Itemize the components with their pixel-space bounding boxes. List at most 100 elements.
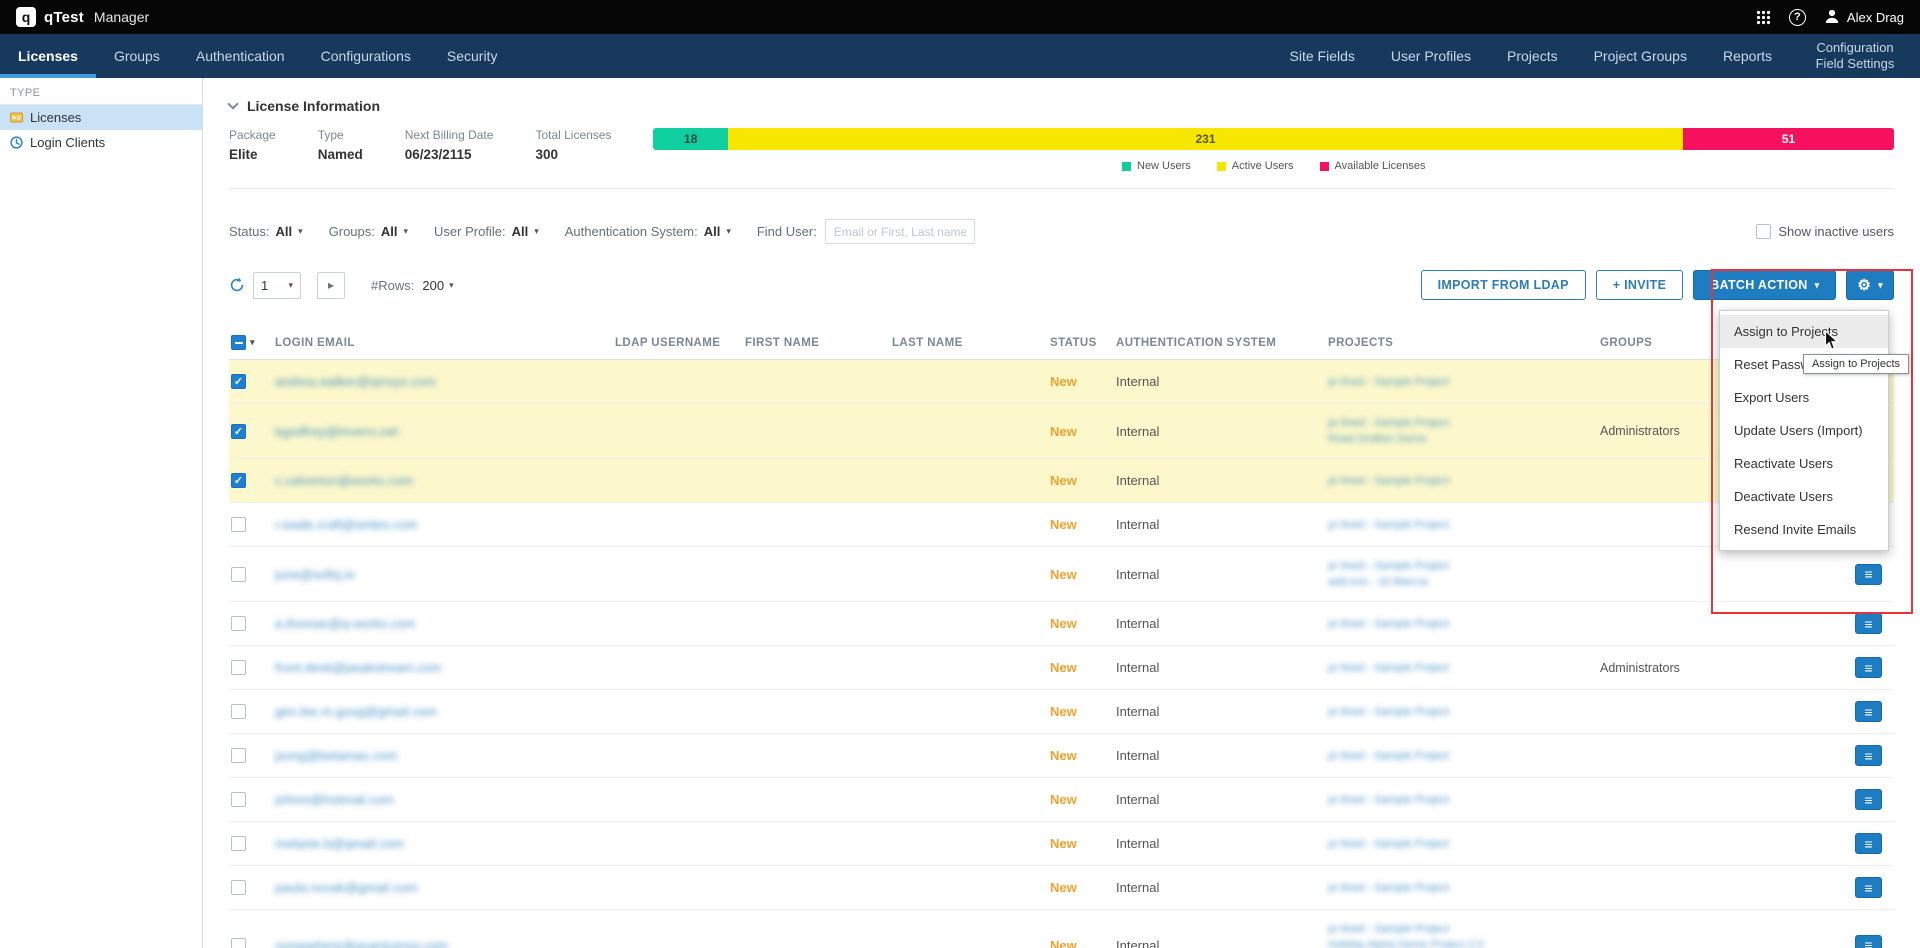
project-link[interactable]: pr-lined - Sample Project [1328,704,1592,720]
row-checkbox[interactable] [231,704,246,719]
filter-authentication-system[interactable]: Authentication System:All [565,224,731,239]
login-email-link[interactable]: front.desk@peakstream.com [275,660,615,675]
nav-tab-site-fields[interactable]: Site Fields [1272,34,1373,78]
nav-tab-security[interactable]: Security [429,34,516,78]
login-email-link[interactable]: jsong@betamax.com [275,748,615,763]
filter-user-profile[interactable]: User Profile:All [434,224,539,239]
project-link[interactable]: pr-lined - Sample Project [1328,517,1592,533]
filter-bar: Status:All Groups:All User Profile:All Auth… [229,219,1894,244]
row-actions-button[interactable] [1855,745,1882,766]
row-checkbox[interactable] [231,374,246,389]
project-link[interactable]: pr-lined - Sample Project [1328,473,1592,489]
login-email-link[interactable]: andrea.walker@qmsys.com [275,374,615,389]
project-link[interactable]: pr-lined - Sample Project [1328,748,1592,764]
table-row: front.desk@peakstream.comNewInternalpr-l… [229,646,1894,690]
show-inactive-checkbox[interactable] [1756,224,1771,239]
row-actions-button[interactable] [1855,877,1882,898]
rows-per-page-select[interactable]: 200 [422,278,453,293]
login-email-link[interactable]: melanie.b@qmail.com [275,836,615,851]
row-checkbox[interactable] [231,473,246,488]
login-email-link[interactable]: c.calverton@works.com [275,473,615,488]
menu-item-update-users-import[interactable]: Update Users (Import) [1720,414,1888,447]
project-link[interactable]: pr-lined - Sample Project [1328,660,1592,676]
sidebar-item-login-clients[interactable]: Login Clients [0,130,202,155]
project-link[interactable]: pr-lined - Sample Project [1328,792,1592,808]
row-checkbox[interactable] [231,748,246,763]
selection-menu-caret[interactable] [250,337,255,348]
menu-item-reactivate-users[interactable]: Reactivate Users [1720,447,1888,480]
row-select-cell [229,880,275,895]
batch-action-button[interactable]: BATCH ACTION [1693,270,1836,300]
row-checkbox[interactable] [231,660,246,675]
nav-tab-configurations[interactable]: Configurations [303,34,429,78]
filter-groups[interactable]: Groups:All [329,224,408,239]
invite-button[interactable]: + INVITE [1596,270,1683,300]
chevron-down-icon [1878,280,1883,291]
project-link[interactable]: pr-lined - Sample Project [1328,374,1592,390]
nav-tab-authentication[interactable]: Authentication [178,34,303,78]
nav-tab-licenses[interactable]: Licenses [0,34,96,78]
apps-grid-icon[interactable] [1756,10,1771,25]
project-link[interactable]: add-ons - 18 Marcus [1328,574,1592,590]
select-all-checkbox[interactable] [231,335,246,350]
login-email-link[interactable]: a.thomas@q-works.com [275,616,615,631]
project-link[interactable]: pr-lined - Sample Project [1328,921,1592,937]
row-actions-button[interactable] [1855,701,1882,722]
status-badge: New [1050,704,1116,719]
filter-status[interactable]: Status:All [229,224,303,239]
row-checkbox[interactable] [231,517,246,532]
row-actions-button[interactable] [1855,833,1882,854]
row-actions-button[interactable] [1855,789,1882,810]
menu-item-export-users[interactable]: Export Users [1720,381,1888,414]
find-user-input[interactable] [825,219,975,244]
first-name-cell [745,574,892,575]
page-select[interactable]: 1 [253,272,301,299]
next-page-button[interactable] [317,272,345,299]
show-inactive-users[interactable]: Show inactive users [1756,224,1894,239]
project-link[interactable]: Road Grafton Demo [1328,431,1592,447]
row-checkbox[interactable] [231,616,246,631]
menu-item-resend-invite-emails[interactable]: Resend Invite Emails [1720,513,1888,546]
nav-tab-user-profiles[interactable]: User Profiles [1373,34,1489,78]
project-link[interactable]: pr-lined - Sample Project [1328,616,1592,632]
help-icon[interactable] [1789,9,1806,26]
row-checkbox[interactable] [231,567,246,582]
nav-tab-projects[interactable]: Projects [1489,34,1576,78]
login-email-link[interactable]: gen.lee.m.goog@gmail.com [275,704,615,719]
row-checkbox[interactable] [231,424,246,439]
nav-tab-groups[interactable]: Groups [96,34,178,78]
user-menu[interactable]: Alex Drag [1824,8,1904,27]
menu-item-deactivate-users[interactable]: Deactivate Users [1720,480,1888,513]
row-checkbox[interactable] [231,880,246,895]
import-from-ldap-button[interactable]: IMPORT FROM LDAP [1421,270,1586,300]
project-link[interactable]: Holiday Alpha Demo Project 2.0 [1328,937,1592,948]
login-email-link[interactable]: bgodfrey@invens.net [275,424,615,439]
login-email-link[interactable]: somewhere@quantumsq.com [275,938,615,948]
nav-tab-project-groups[interactable]: Project Groups [1576,34,1705,78]
row-checkbox[interactable] [231,836,246,851]
row-actions-button[interactable] [1855,564,1882,585]
license-information-header[interactable]: License Information [229,78,1894,114]
nav-tab-configuration-field-settings[interactable]: Configuration Field Settings [1790,34,1920,78]
login-email-link[interactable]: r.wade.craft@writes.com [275,517,615,532]
project-link[interactable]: pr-lined - Sample Project [1328,880,1592,896]
project-link[interactable]: pr-lined - Sample Project [1328,558,1592,574]
row-actions-button[interactable] [1855,657,1882,678]
row-checkbox[interactable] [231,792,246,807]
login-clients-icon [10,136,23,149]
login-email-link[interactable]: paula.novak@gmail.com [275,880,615,895]
project-link[interactable]: pr-lined - Sample Project [1328,415,1592,431]
login-email-link[interactable]: june@softq.io [275,567,615,582]
project-link[interactable]: pr-lined - Sample Project [1328,836,1592,852]
menu-item-assign-to-projects[interactable]: Assign to Projects [1720,315,1888,348]
refresh-icon[interactable] [229,277,245,293]
row-actions-button[interactable] [1855,613,1882,634]
sidebar-item-licenses[interactable]: Licenses [0,105,202,130]
login-email-link[interactable]: johnm@hotmail.com [275,792,615,807]
nav-tab-reports[interactable]: Reports [1705,34,1790,78]
settings-gear-button[interactable] [1846,270,1894,300]
row-actions-cell [1820,935,1894,948]
row-actions-button[interactable] [1855,935,1882,948]
row-checkbox[interactable] [231,938,246,948]
legend-label: Active Users [1232,160,1294,172]
